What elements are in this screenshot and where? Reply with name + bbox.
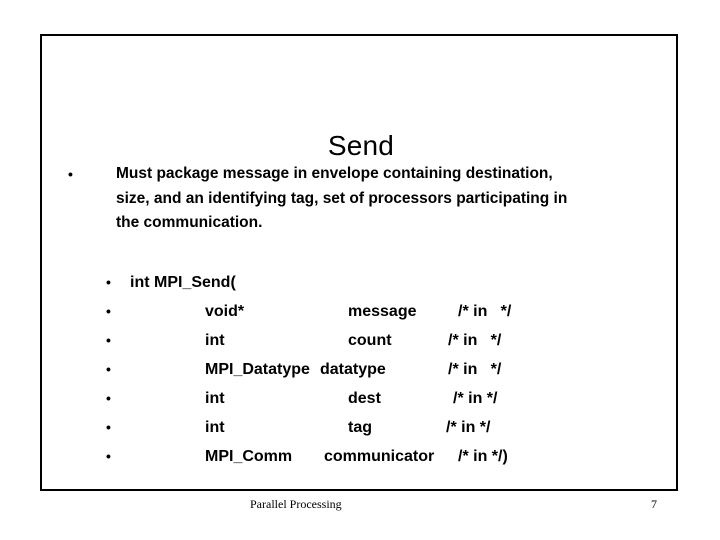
paragraph-line-2: size, and an identifying tag, set of pro… <box>116 189 568 207</box>
param-name: tag <box>348 419 372 436</box>
bullet-icon: • <box>68 166 73 182</box>
param-type: int <box>205 390 225 407</box>
function-signature-line: int MPI_Send( <box>130 274 236 291</box>
paragraph-line-1: Must package message in envelope contain… <box>116 165 553 182</box>
list-item: • MPI_Comm communicator /* in */) <box>68 442 676 471</box>
footer-note: Parallel Processing <box>250 497 342 511</box>
list-item: • int MPI_Send( <box>68 268 676 297</box>
bullet-icon: • <box>106 274 111 290</box>
bullet-icon: • <box>106 448 111 464</box>
list-item: • int dest /* in */ <box>68 384 676 413</box>
param-comment: /* in */ <box>446 419 491 436</box>
param-comment: /* in */ <box>448 361 502 378</box>
param-type: void* <box>205 303 245 320</box>
code-bullet-block: • int MPI_Send( • void* message /* in */… <box>68 268 676 471</box>
slide-canvas: Send • Must package message in envelope … <box>0 0 720 540</box>
page-title: Send <box>327 129 395 161</box>
param-comment: /* in */ <box>453 390 498 407</box>
param-type: MPI_Datatype <box>205 361 310 378</box>
list-item: • Must package message in envelope conta… <box>68 162 676 236</box>
param-comment: /* in */) <box>458 448 508 465</box>
bullet-icon: • <box>106 361 111 377</box>
bullet-icon: • <box>106 332 111 348</box>
bullet-icon: • <box>106 419 111 435</box>
param-name: message <box>348 303 417 320</box>
paragraph-line-3: the communication. <box>116 214 263 231</box>
paragraph-bullet-block: • Must package message in envelope conta… <box>68 162 676 236</box>
bullet-icon: • <box>106 390 111 406</box>
param-type: int <box>205 332 225 349</box>
param-type: MPI_Comm <box>205 448 293 465</box>
list-item: • void* message /* in */ <box>68 297 676 326</box>
slide-border-frame: Send • Must package message in envelope … <box>40 34 678 491</box>
param-comment: /* in */ <box>448 332 502 349</box>
param-name: communicator <box>324 448 435 465</box>
list-item: • int count /* in */ <box>68 326 676 355</box>
param-type: int <box>205 419 225 436</box>
param-name: count <box>348 332 392 349</box>
page-number: 7 <box>651 497 657 511</box>
list-item: • MPI_Datatype datatype /* in */ <box>68 355 676 384</box>
list-item: • int tag /* in */ <box>68 413 676 442</box>
bullet-icon: • <box>106 303 111 319</box>
param-name: datatype <box>320 361 386 378</box>
param-comment: /* in */ <box>458 303 512 320</box>
param-name: dest <box>348 390 381 407</box>
